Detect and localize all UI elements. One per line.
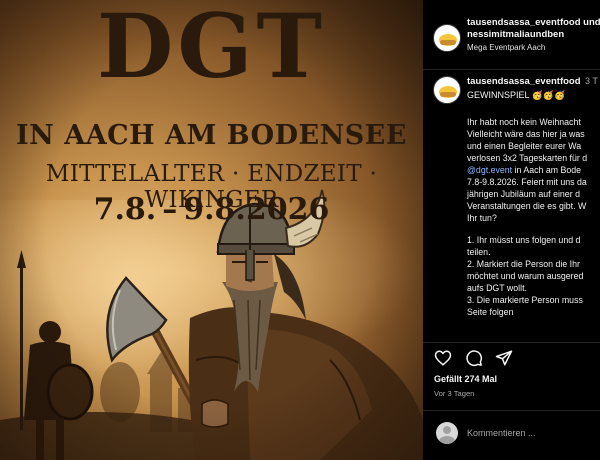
caption-line: Vielleicht wäre das hier ja was [467,129,585,139]
logo-bun [440,92,456,97]
caption-line: jährigen Jubiläum auf einer d [467,189,580,199]
account-avatar[interactable] [433,24,461,52]
caption-line: Ihr tun? [467,213,497,223]
caption-line: Ihr habt noch kein Weihnacht [467,117,581,127]
account-name-line2[interactable]: nessimitmaliaundben [467,29,600,41]
caption-line: aufs DGT wollt. [467,283,527,293]
caption-line: teilen. [467,247,491,257]
action-bar [423,342,600,370]
comment-bar [423,410,600,460]
post-image[interactable]: DGT IN AACH AM BODENSEE MITTELALTER · EN… [0,0,423,460]
logo-bun [440,40,456,45]
post-location[interactable]: Mega Eventpark Aach [467,43,545,52]
post-header: tausendsassa_eventfood und nessimitmalia… [423,0,600,70]
caption-line: 2. Markiert die Person die Ihr [467,259,580,269]
account-name-line1[interactable]: tausendsassa_eventfood und [467,17,600,29]
caption-line: Veranstaltungen die es gibt. W [467,201,587,211]
comment-input[interactable] [467,425,592,441]
post-sidebar: tausendsassa_eventfood und nessimitmalia… [423,0,600,460]
caption-area: tausendsassa_eventfood 3 T GEWINNSPIEL 🥳… [423,70,600,340]
poster-location: IN AACH AM BODENSEE [16,120,407,151]
author-avatar[interactable] [433,76,461,104]
heart-icon[interactable] [434,349,452,367]
comment-icon[interactable] [465,349,483,367]
like-count[interactable]: Gefällt 274 Mal [434,374,497,384]
poster-dates: 7.8. – 9.8.2026 [93,192,330,227]
caption-tag: GEWINNSPIEL 🥳🥳🥳 [467,90,566,100]
caption-line: Seite folgen [467,307,514,317]
share-icon[interactable] [495,349,513,367]
caption-line: 7.8-9.8.2026. Feiert mit uns da [467,177,587,187]
caption-line: möchtet und warum ausgered [467,271,584,281]
caption-text: Ihr habt noch kein Weihnacht Vielleicht … [467,116,600,328]
user-avatar [436,422,458,444]
caption-text-segment: in Aach am Bode [512,165,582,175]
caption-paragraph: Ihr habt noch kein Weihnacht Vielleicht … [467,116,600,224]
avatar-body [439,436,455,444]
mention-link[interactable]: @dgt.event [467,165,512,175]
poster-title: DGT [97,0,326,98]
caption-line: verlosen 3x2 Tageskarten für d [467,153,588,163]
caption-line: und einen Begleiter eurer Wa [467,141,582,151]
caption-steps: 1. Ihr müsst uns folgen und d teilen. 2.… [467,234,600,318]
caption-age: 3 T [585,76,598,86]
caption-line: @dgt.event in Aach am Bode [467,164,600,176]
caption-line: 1. Ihr müsst uns folgen und d [467,235,581,245]
account-names[interactable]: tausendsassa_eventfood und nessimitmalia… [467,17,600,41]
caption-line: 3. Die markierte Person muss [467,295,583,305]
avatar-head [443,426,451,434]
post-timestamp: Vor 3 Tagen [434,389,475,398]
caption-author[interactable]: tausendsassa_eventfood [467,76,581,87]
